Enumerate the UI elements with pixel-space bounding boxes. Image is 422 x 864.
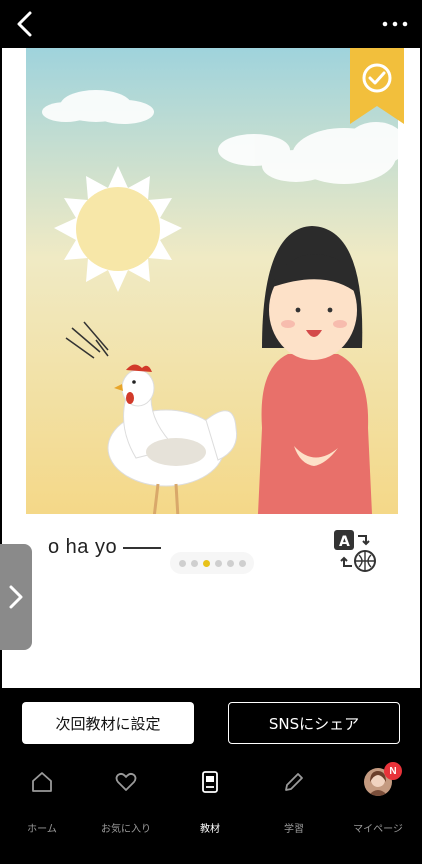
book-icon <box>202 771 218 793</box>
share-sns-button[interactable]: SNSにシェア <box>228 702 400 744</box>
notification-badge: N <box>384 762 402 780</box>
slide-dot <box>214 559 222 567</box>
phrase-label: o ha yo <box>48 536 118 558</box>
svg-text:A: A <box>339 534 350 550</box>
pencil-icon <box>285 773 303 791</box>
bottom-nav: ホーム お気に入り 教材 学習 N マイページ <box>0 758 422 864</box>
slide-dot <box>226 559 234 567</box>
tab-materials-label: 教材 <box>200 824 220 835</box>
home-icon <box>32 772 52 792</box>
lesson-illustration <box>26 48 398 514</box>
tab-favorites[interactable]: お気に入り <box>84 768 168 838</box>
action-bar: 次回教材に設定 SNSにシェア <box>0 688 422 758</box>
slide-dot <box>190 559 198 567</box>
next-slide-button[interactable] <box>0 544 32 650</box>
answer-blank <box>123 547 162 549</box>
heart-icon <box>115 772 137 791</box>
slide-dot <box>178 559 186 567</box>
tab-materials[interactable]: 教材 <box>168 768 252 838</box>
slide-dot <box>238 559 246 567</box>
check-badge-icon <box>350 48 404 124</box>
more-icon[interactable] <box>380 10 410 38</box>
tab-study[interactable]: 学習 <box>252 768 336 838</box>
phrase-text: o ha yo <box>48 536 162 559</box>
tab-study-label: 学習 <box>284 824 304 835</box>
chevron-right-icon <box>9 585 23 609</box>
top-bar <box>0 0 422 48</box>
girl-illustration <box>258 226 372 514</box>
translate-icon[interactable]: A <box>332 528 378 574</box>
tab-mypage[interactable]: N マイページ <box>336 762 420 838</box>
tab-home-label: ホーム <box>27 824 57 835</box>
back-icon[interactable] <box>10 8 42 40</box>
tab-favorites-label: お気に入り <box>101 824 151 835</box>
slide-dot <box>202 559 210 567</box>
tab-mypage-label: マイページ <box>353 824 403 835</box>
set-next-material-button[interactable]: 次回教材に設定 <box>22 702 194 744</box>
tab-home[interactable]: ホーム <box>0 768 84 838</box>
slide-indicator <box>170 552 254 574</box>
lesson-card: o ha yo A <box>2 48 420 688</box>
